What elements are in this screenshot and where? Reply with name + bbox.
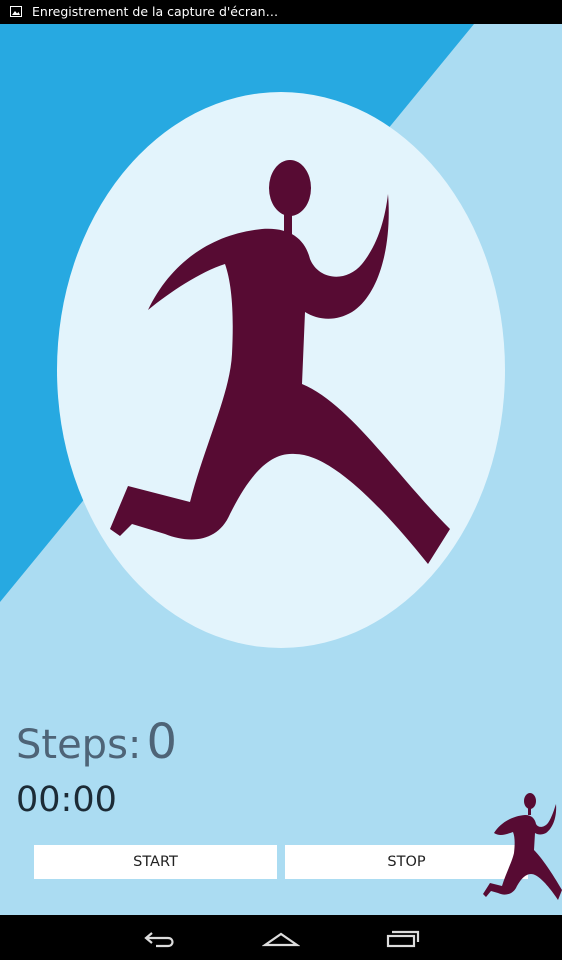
screenshot-image-icon — [10, 6, 22, 17]
timer-display: 00:00 — [16, 780, 117, 820]
recent-apps-icon[interactable] — [383, 925, 421, 951]
back-icon[interactable] — [142, 925, 180, 951]
status-bar: Enregistrement de la capture d'écran… — [0, 0, 562, 24]
notification-text: Enregistrement de la capture d'écran… — [32, 4, 279, 19]
steps-display: Steps: 0 — [16, 714, 177, 770]
steps-count: 0 — [146, 714, 178, 770]
runner-small-icon — [483, 793, 562, 900]
home-icon[interactable] — [262, 925, 300, 951]
start-button[interactable]: START — [34, 845, 277, 879]
navigation-bar — [0, 915, 562, 960]
app-content: Steps: 0 00:00 START STOP — [0, 24, 562, 915]
steps-label: Steps: — [16, 722, 142, 768]
